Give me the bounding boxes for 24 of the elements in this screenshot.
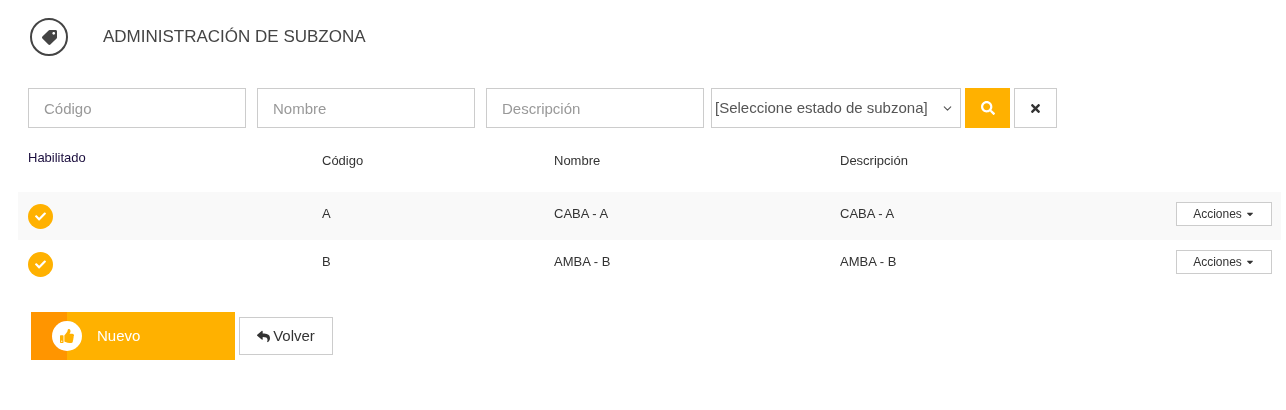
table-cell: CABA - A xyxy=(554,206,609,221)
table-cell-text: AMBA - B xyxy=(840,253,897,271)
thumbs-up-icon xyxy=(52,321,82,351)
close-icon xyxy=(1029,101,1042,115)
back-button[interactable]: Volver xyxy=(239,317,333,355)
table-cell-text: CABA - A xyxy=(840,205,895,223)
actions-button[interactable]: Acciones xyxy=(1176,250,1272,274)
column-header: Código xyxy=(322,153,364,168)
column-header: Habilitado xyxy=(28,150,86,165)
page-title: ADMINISTRACIÓN DE SUBZONA xyxy=(103,26,366,49)
search-icon xyxy=(980,101,995,115)
table-cell: B xyxy=(322,254,331,269)
column-header: Descripción xyxy=(840,153,908,168)
table-cell: A xyxy=(322,206,331,221)
table-cell: AMBA - B xyxy=(554,254,611,269)
description-field[interactable]: Descripción xyxy=(486,88,704,128)
name-field[interactable]: Nombre xyxy=(257,88,475,128)
clear-button[interactable] xyxy=(1014,88,1057,128)
reply-arrow-icon xyxy=(257,329,271,343)
actions-button[interactable]: Acciones xyxy=(1176,202,1272,226)
tag-icon xyxy=(30,18,68,56)
column-header: Nombre xyxy=(554,153,601,168)
code-field[interactable]: Código xyxy=(28,88,246,128)
status-dropdown[interactable]: [Seleccione estado de subzona] xyxy=(711,88,961,128)
